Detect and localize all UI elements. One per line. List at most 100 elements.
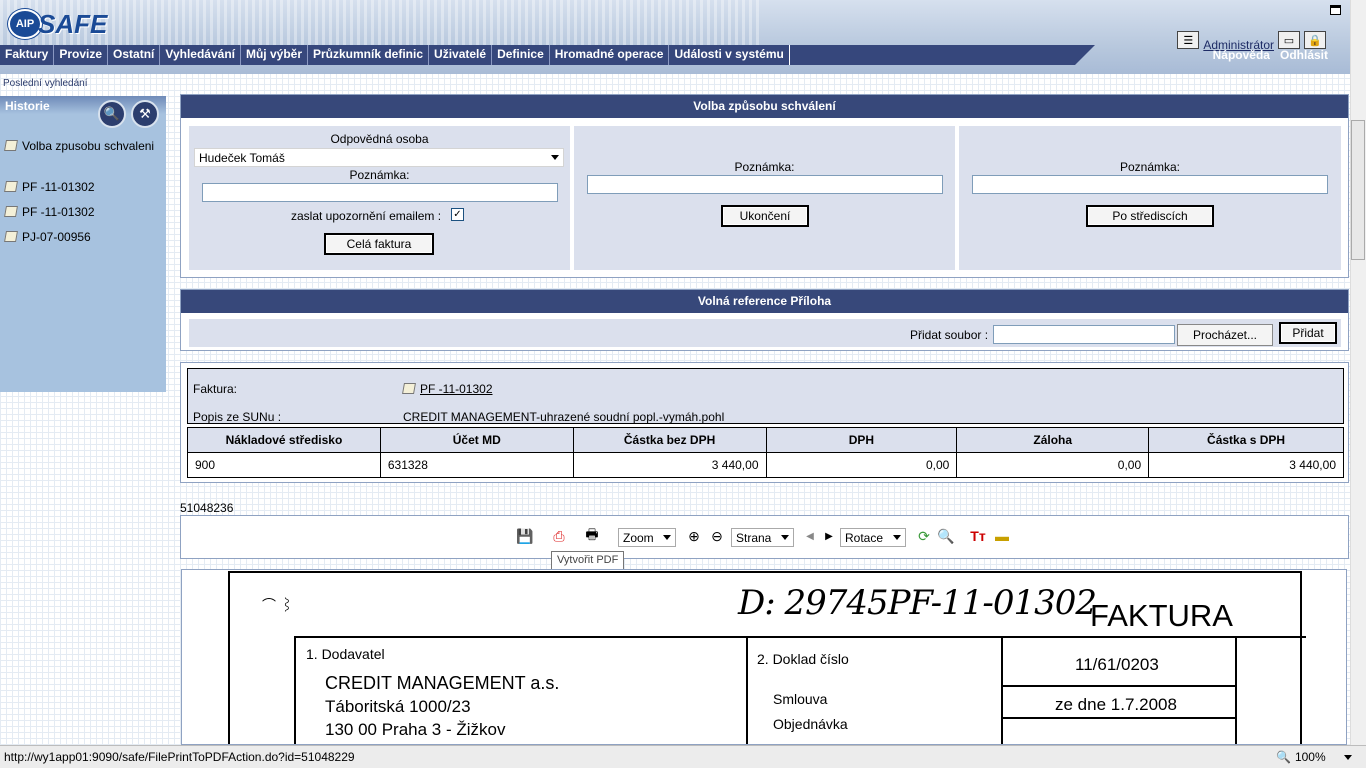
browse-button[interactable]: Procházet... xyxy=(1177,324,1273,346)
approval-panel: Volba způsobu schválení Odpovědná osoba … xyxy=(180,94,1349,278)
add-file-label: Přidat soubor : xyxy=(910,328,989,342)
pdf-icon[interactable]: ⎙ xyxy=(549,526,569,546)
document-divider xyxy=(1235,636,1237,744)
document-divider xyxy=(1001,717,1237,719)
tools-icon[interactable]: ⚒ xyxy=(131,100,159,128)
doc-number-value: 11/61/0203 xyxy=(1075,655,1159,674)
history-item-label: PF -11-01302 xyxy=(22,205,95,219)
vertical-scrollbar[interactable] xyxy=(1350,0,1366,768)
history-sidebar: Historie 🔍 ⚒ Volba zpusobu schvaleni PF … xyxy=(0,96,166,392)
next-page-icon[interactable]: ▶ xyxy=(819,526,839,546)
scrollbar-thumb[interactable] xyxy=(1351,120,1365,260)
print-icon[interactable]: 🖶 xyxy=(582,526,602,546)
page-select[interactable]: Strana xyxy=(731,528,794,547)
table-cell: 0,00 xyxy=(956,452,1150,478)
file-path-input[interactable] xyxy=(993,325,1175,344)
menu-item-vyhledavani[interactable]: Vyhledávání xyxy=(160,45,241,65)
sun-label: Popis ze SUNu : xyxy=(193,410,282,424)
menu-item-faktury[interactable]: Faktury xyxy=(0,45,55,65)
zoom-in-icon[interactable]: ⊕ xyxy=(684,526,704,546)
menu-item-provize[interactable]: Provize xyxy=(54,45,109,65)
table-cell: 900 xyxy=(187,452,381,478)
table-cell: 3 440,00 xyxy=(1148,452,1344,478)
end-button[interactable]: Ukončení xyxy=(721,205,809,227)
col-header: Částka bez DPH xyxy=(572,427,767,453)
attachment-panel: Volná reference Příloha Přidat soubor : … xyxy=(180,289,1349,351)
maximize-icon[interactable] xyxy=(1330,5,1341,15)
invoice-panel: Faktura: PF -11-01302 Popis ze SUNu : CR… xyxy=(180,362,1349,483)
document-viewer[interactable]: ⌒ ⌇ D: 29745PF-11-01302 FAKTURA 1. Dodav… xyxy=(181,569,1347,745)
breadcrumb[interactable]: Poslední vyhledání xyxy=(3,78,88,89)
page-value: Strana xyxy=(736,530,772,545)
history-item[interactable]: PJ-07-00956 xyxy=(0,230,160,245)
help-link[interactable]: Nápověda xyxy=(1213,48,1270,62)
rotate-select[interactable]: Rotace xyxy=(840,528,906,547)
table-cell: 631328 xyxy=(379,452,574,478)
logo-badge: AIP xyxy=(8,9,42,39)
main-menu: Faktury Provize Ostatní Vyhledávání Můj … xyxy=(0,45,1095,65)
save-icon[interactable]: 💾 xyxy=(515,526,535,546)
text-tool-icon[interactable]: Tт xyxy=(968,526,988,546)
document-divider xyxy=(1001,636,1003,744)
col-header: Nákladové středisko xyxy=(187,427,381,453)
refresh-icon[interactable]: ⟳ xyxy=(914,526,934,546)
supplier-name: CREDIT MANAGEMENT a.s. xyxy=(325,673,560,693)
col-header: Částka s DPH xyxy=(1148,427,1344,453)
menu-item-pruzkumnik-definic[interactable]: Průzkumník definic xyxy=(308,45,430,65)
zoom-indicator[interactable]: 🔍 100% xyxy=(1276,750,1352,764)
logout-link[interactable]: Odhlásit xyxy=(1280,48,1328,62)
menu-item-muj-vyber[interactable]: Můj výběr xyxy=(241,45,308,65)
table-cell: 3 440,00 xyxy=(572,452,767,478)
history-item[interactable]: Volba zpusobu schvaleni xyxy=(0,139,160,154)
history-item[interactable]: PF -11-01302 xyxy=(0,205,160,220)
email-label: zaslat upozornění emailem : xyxy=(291,209,442,223)
document-heading: FAKTURA xyxy=(1090,598,1233,633)
menu-item-hromadne-operace[interactable]: Hromadné operace xyxy=(550,45,670,65)
note-label: Poznámka: xyxy=(734,160,795,174)
menu-item-uzivatele[interactable]: Uživatelé xyxy=(429,45,493,65)
table-row: 900 631328 3 440,00 0,00 0,00 3 440,00 xyxy=(187,452,1344,478)
responsible-select[interactable]: Hudeček Tomáš xyxy=(194,148,564,167)
document-divider xyxy=(1001,685,1237,687)
document-page: ⌒ ⌇ D: 29745PF-11-01302 FAKTURA 1. Dodav… xyxy=(228,571,1306,744)
menu-item-ostatni[interactable]: Ostatní xyxy=(108,45,161,65)
note-input-full[interactable] xyxy=(202,183,558,202)
prev-page-icon[interactable]: ◀ xyxy=(800,526,820,546)
full-invoice-button[interactable]: Celá faktura xyxy=(324,233,434,255)
sun-value: CREDIT MANAGEMENT-uhrazené soudní popl.-… xyxy=(403,410,725,424)
gear-doc-icon xyxy=(4,140,18,151)
approval-panel-title: Volba způsobu schválení xyxy=(181,95,1348,118)
approval-option-full: Odpovědná osoba Hudeček Tomáš Poznámka: … xyxy=(189,126,570,270)
ruler-icon[interactable]: ▬ xyxy=(992,526,1012,546)
handwriting-mark: ⌒ ⌇ xyxy=(262,597,294,613)
email-checkbox[interactable]: ✓ xyxy=(451,208,464,221)
monitor-icon[interactable]: ▭ xyxy=(1278,31,1300,49)
zoom-select[interactable]: Zoom xyxy=(618,528,676,547)
history-item[interactable]: PF -11-01302 xyxy=(0,180,160,195)
responsible-value: Hudeček Tomáš xyxy=(199,150,285,165)
by-centers-button[interactable]: Po střediscích xyxy=(1086,205,1214,227)
chevron-down-icon xyxy=(893,535,901,540)
lock-icon[interactable]: 🔒 xyxy=(1304,31,1326,49)
zoom-icon: 🔍 xyxy=(1276,750,1291,764)
responsible-label: Odpovědná osoba xyxy=(330,132,429,146)
search-icon[interactable]: 🔍 xyxy=(98,100,126,128)
attachment-panel-title: Volná reference Příloha xyxy=(181,290,1348,313)
document-id: 51048236 xyxy=(180,501,234,515)
note-input-centers[interactable] xyxy=(972,175,1328,194)
note-label: Poznámka: xyxy=(349,168,410,182)
zoom-out-icon[interactable]: ⊖ xyxy=(707,526,727,546)
supplier-label: 1. Dodavatel xyxy=(306,646,385,662)
invoice-info: Faktura: PF -11-01302 Popis ze SUNu : CR… xyxy=(187,368,1344,424)
menu-item-definice[interactable]: Definice xyxy=(492,45,550,65)
magnifier-icon[interactable]: 🔍 xyxy=(936,526,956,546)
note-label: Poznámka: xyxy=(1119,160,1181,174)
add-file-button[interactable]: Přidat xyxy=(1279,322,1337,344)
invoice-link-wrap[interactable]: PF -11-01302 xyxy=(402,382,493,396)
menu-item-udalosti[interactable]: Události v systému xyxy=(669,45,790,65)
document-icon xyxy=(4,181,18,192)
note-input-end[interactable] xyxy=(587,175,943,194)
zoom-value: Zoom xyxy=(623,530,654,545)
invoice-link[interactable]: PF -11-01302 xyxy=(420,382,493,396)
document-icon xyxy=(4,206,18,217)
